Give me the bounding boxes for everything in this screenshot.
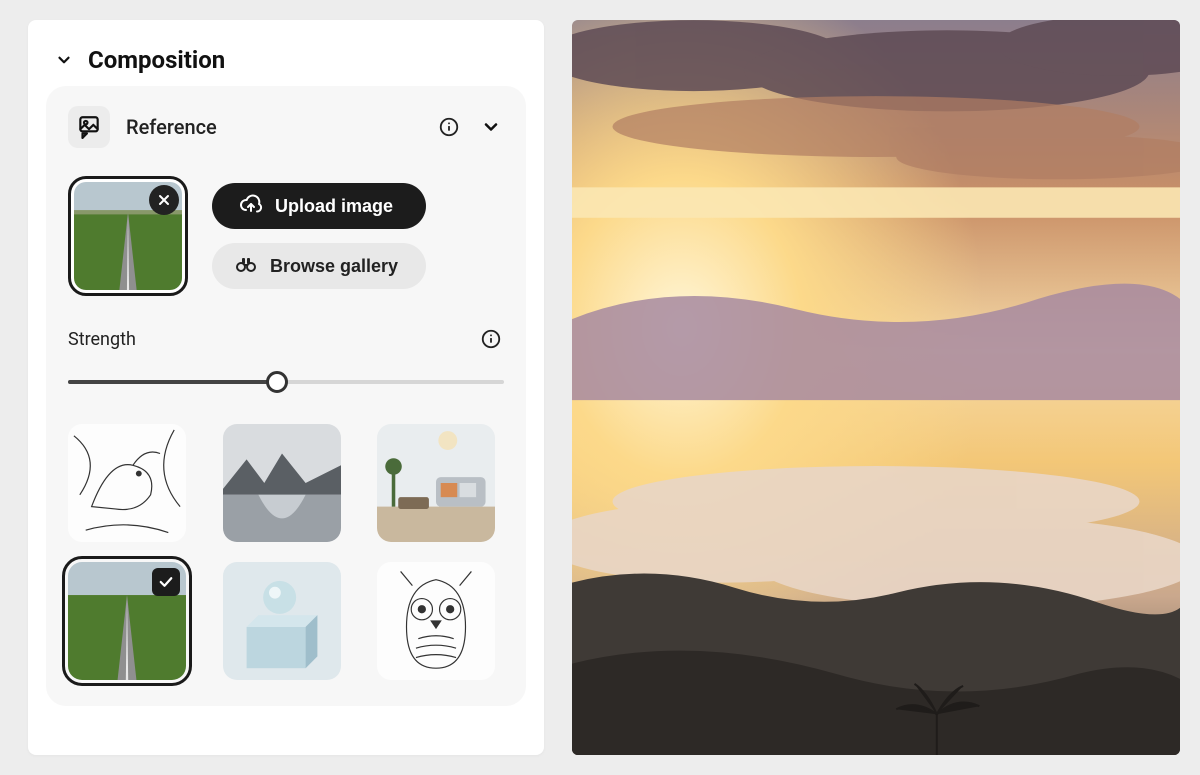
gallery-item-bird-lineart[interactable] (68, 424, 186, 542)
chevron-down-icon (54, 50, 74, 70)
reference-thumbnail[interactable] (68, 176, 188, 296)
strength-slider[interactable] (68, 370, 504, 394)
gallery-item-sphere-cube[interactable] (223, 562, 341, 680)
reference-image-icon (68, 106, 110, 148)
browse-gallery-label: Browse gallery (270, 256, 398, 277)
gallery-item-living-room[interactable] (377, 424, 495, 542)
strength-label: Strength (68, 329, 136, 350)
upload-image-button[interactable]: Upload image (212, 183, 426, 229)
strength-info-icon[interactable] (478, 326, 504, 352)
gallery-item-road-field[interactable] (68, 562, 186, 680)
section-title: Composition (88, 46, 225, 74)
composition-panel: Composition Reference (28, 20, 544, 755)
reference-card: Reference (46, 86, 526, 706)
reference-title: Reference (126, 115, 420, 139)
browse-gallery-button[interactable]: Browse gallery (212, 243, 426, 289)
gallery-item-owl-lineart[interactable] (377, 562, 495, 680)
reference-header: Reference (68, 106, 504, 148)
slider-thumb[interactable] (266, 371, 288, 393)
reference-collapse-icon[interactable] (478, 114, 504, 140)
upload-image-label: Upload image (275, 196, 393, 217)
cloud-upload-icon (239, 192, 263, 221)
remove-reference-icon[interactable] (149, 185, 179, 215)
check-icon (152, 568, 180, 596)
reference-info-icon[interactable] (436, 114, 462, 140)
binoculars-icon (234, 252, 258, 281)
gallery-item-mountain-lake[interactable] (223, 424, 341, 542)
reference-gallery-grid (68, 424, 504, 680)
section-header[interactable]: Composition (46, 46, 526, 74)
preview-image (572, 20, 1180, 755)
